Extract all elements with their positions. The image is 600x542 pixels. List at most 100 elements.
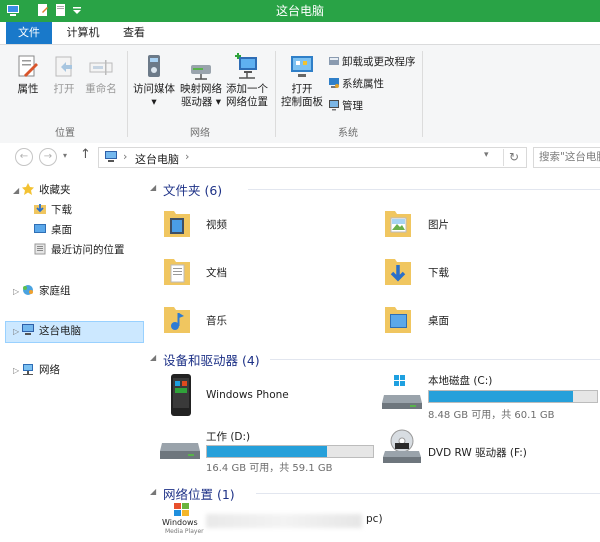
system-group-label: 系统 [338,128,358,139]
phone-icon [171,374,191,416]
breadcrumb-separator: › [185,150,190,163]
folder-music[interactable]: 音乐 [162,303,362,339]
open-control-panel-label1: 打开 [291,83,313,95]
device-windows-phone[interactable]: Windows Phone [162,371,372,419]
windows-logo-icon [174,503,189,516]
nav-desktop[interactable]: 桌面 [33,221,72,239]
manage-button[interactable]: 管理 [328,98,363,114]
section-collapse-icon[interactable]: ◢ [150,487,156,496]
map-drive-label1: 映射网络 [180,83,222,95]
nav-recent-places[interactable]: 最近访问的位置 [33,241,125,259]
media-access-button[interactable]: 访问媒体 ▾ [130,53,178,109]
breadcrumb-separator: › [123,150,128,163]
nav-network-label: 网络 [39,364,60,376]
section-collapse-icon[interactable]: ◢ [150,183,156,192]
windows-media-player-icon: Windows Media Player [162,503,204,539]
ribbon-tabs: 文件 计算机 查看 [0,22,600,44]
wmp-caption-line1: Windows [162,518,198,527]
drive-free-space: 8.48 GB 可用，共 60.1 GB [428,410,555,421]
device-name: Windows Phone [206,389,289,401]
computer-icon[interactable] [6,3,20,17]
customize-qat-icon[interactable] [70,3,84,17]
collapsed-arrow-icon[interactable]: ▷ [13,283,21,301]
folder-name: 下载 [428,267,449,279]
nav-downloads-label: 下载 [51,204,72,216]
system-drive-icon [382,375,422,409]
forward-button[interactable]: → [39,148,57,166]
expanded-arrow-icon[interactable]: ◢ [13,182,21,200]
homegroup-icon [23,285,33,295]
network-location-item[interactable]: Windows Media Player pc) [162,503,402,541]
recent-places-icon [34,243,46,255]
back-button[interactable]: ← [15,148,33,166]
media-access-icon [148,55,160,77]
tab-file[interactable]: 文件 [6,22,52,44]
manage-icon [329,100,339,111]
drive-free-space: 16.4 GB 可用，共 59.1 GB [206,463,333,474]
address-divider [503,149,504,166]
address-bar[interactable]: › 这台电脑 › ▾ ↻ [98,147,527,168]
folder-documents[interactable]: 文档 [162,255,362,291]
network-section-title: 网络位置 (1) [163,487,235,502]
network-group-label: 网络 [190,128,210,139]
add-network-location-button[interactable]: 添加一个 网络位置 [224,53,270,109]
drive-d[interactable]: 工作 (D:) 16.4 GB 可用，共 59.1 GB [158,427,378,477]
map-drive-button[interactable]: 映射网络 驱动器 ▾ [178,53,224,109]
group-divider [275,51,276,137]
properties-icon[interactable] [36,3,50,17]
map-drive-icon [191,65,211,80]
collapsed-arrow-icon[interactable]: ▷ [13,323,21,341]
nav-homegroup[interactable]: ▷ 家庭组 [13,282,71,300]
properties-button[interactable]: 属性 [10,53,46,96]
add-network-location-label2: 网络位置 [226,96,268,108]
drive-c-usage-bar [428,390,598,403]
this-pc-icon [105,151,117,162]
open-label: 打开 [53,83,75,95]
forward-arrow-icon: → [43,151,53,162]
manage-label: 管理 [342,100,363,112]
location-group-label: 位置 [55,128,75,139]
uninstall-icon [329,57,339,65]
nav-favorites[interactable]: ◢ 收藏夹 [13,181,71,199]
folder-name: 文档 [206,267,227,279]
rename-button[interactable]: 重命名 [82,53,120,96]
drive-d-usage-bar [206,445,374,458]
group-divider [422,51,423,137]
drive-name: 本地磁盘 (C:) [428,375,493,387]
folder-desktop[interactable]: 桌面 [383,303,583,339]
folder-name: 桌面 [428,315,449,327]
breadcrumb-this-pc[interactable]: 这台电脑 [135,151,179,167]
properties-icon [18,55,38,77]
uninstall-programs-button[interactable]: 卸载或更改程序 [328,54,416,70]
nav-downloads[interactable]: 下载 [33,201,72,219]
folder-pictures[interactable]: 图片 [383,207,583,243]
nav-this-pc-label: 这台电脑 [39,325,81,337]
address-dropdown-icon[interactable]: ▾ [484,150,489,160]
tab-computer[interactable]: 计算机 [58,22,108,44]
folder-downloads[interactable]: 下载 [383,255,583,291]
folders-section-title: 文件夹 (6) [163,183,223,198]
system-properties-button[interactable]: 系统属性 [328,76,384,92]
up-arrow-icon[interactable]: ↑ [80,147,91,162]
window-title: 这台电脑 [275,4,324,18]
refresh-icon[interactable]: ↻ [509,150,519,164]
group-divider [127,51,128,137]
section-collapse-icon[interactable]: ◢ [150,353,156,362]
open-control-panel-button[interactable]: 打开 控制面板 [278,53,326,109]
desktop-folder-icon [385,307,411,333]
new-folder-icon[interactable] [54,3,68,17]
drive-dvd[interactable]: DVD RW 驱动器 (F:) [380,429,600,469]
nav-this-pc[interactable]: ▷ 这台电脑 [13,322,81,340]
recent-locations-dropdown[interactable]: ▾ [63,151,67,160]
drive-name: DVD RW 驱动器 (F:) [428,447,527,459]
drive-c[interactable]: 本地磁盘 (C:) 8.48 GB 可用，共 60.1 GB [380,371,600,421]
nav-network[interactable]: ▷ 网络 [13,361,60,379]
tab-view[interactable]: 查看 [114,22,154,44]
devices-section-title: 设备和驱动器 (4) [163,353,260,368]
search-input[interactable]: 搜索"这台电脑" [533,147,600,168]
collapsed-arrow-icon[interactable]: ▷ [13,362,21,380]
desktop-icon [34,224,46,233]
documents-folder-icon [164,259,190,285]
open-button[interactable]: 打开 [48,53,80,96]
folder-videos[interactable]: 视频 [162,207,362,243]
